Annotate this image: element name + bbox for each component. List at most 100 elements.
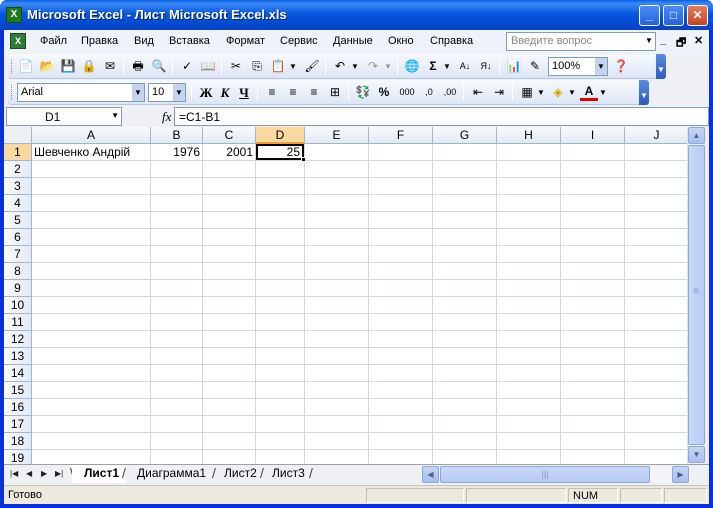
doc-minimize-button[interactable]: _	[660, 34, 666, 46]
chart-wizard-icon[interactable]: 📊	[505, 58, 523, 75]
thousands-button[interactable]: 000	[396, 84, 418, 101]
zoom-dropdown-icon[interactable]: ▼	[595, 58, 607, 75]
menu-edit[interactable]: Правка	[81, 35, 118, 47]
formula-input[interactable]: =C1-B1	[174, 107, 709, 126]
underline-button[interactable]: Ч	[235, 84, 253, 101]
column-header-j[interactable]: J	[625, 127, 687, 144]
column-header-b[interactable]: B	[151, 127, 203, 144]
help-search-input[interactable]: Введите вопрос	[506, 32, 656, 51]
minimize-button[interactable]: _	[639, 5, 660, 26]
worksheet-grid[interactable]: A B C D E F G H I J 1 2 3 4 5 6 7 8 9 10 11 12 13 14 15 16 17 18 19 Ш…	[4, 127, 687, 464]
row-header-19[interactable]: 19	[4, 450, 32, 464]
row-header-14[interactable]: 14	[4, 365, 32, 382]
menu-insert[interactable]: Вставка	[169, 35, 210, 47]
font-select[interactable]: Arial ▼	[17, 83, 145, 102]
column-header-a[interactable]: A	[32, 127, 151, 144]
row-header-5[interactable]: 5	[4, 212, 32, 229]
menu-file[interactable]: Файл	[40, 35, 67, 47]
insert-function-icon[interactable]: fx	[162, 109, 171, 125]
redo-dropdown-icon[interactable]: ▼	[383, 58, 393, 75]
maximize-button[interactable]: □	[663, 5, 684, 26]
row-header-1[interactable]: 1	[4, 144, 32, 161]
copy-icon[interactable]: ⎘	[248, 58, 266, 75]
menu-data[interactable]: Данные	[333, 35, 373, 47]
font-color-dropdown-icon[interactable]: ▼	[598, 84, 608, 101]
align-center-icon[interactable]: ≡	[284, 84, 302, 101]
increase-indent-icon[interactable]: ⇥	[490, 84, 508, 101]
research-icon[interactable]: 📖	[199, 58, 217, 75]
select-all-corner[interactable]	[4, 127, 32, 144]
scroll-left-icon[interactable]: ◀	[422, 466, 439, 483]
currency-icon[interactable]: 💱	[354, 84, 372, 101]
new-icon[interactable]: 📄	[17, 58, 35, 75]
column-header-i[interactable]: I	[561, 127, 625, 144]
tab-sheet2[interactable]: Лист2	[212, 465, 263, 483]
italic-button[interactable]: К	[216, 84, 234, 101]
row-header-7[interactable]: 7	[4, 246, 32, 263]
doc-close-button[interactable]: ✕	[694, 34, 703, 47]
scroll-right-icon[interactable]: ▶	[672, 466, 689, 483]
row-header-6[interactable]: 6	[4, 229, 32, 246]
borders-dropdown-icon[interactable]: ▼	[536, 84, 546, 101]
undo-icon[interactable]: ↶	[331, 58, 349, 75]
align-right-icon[interactable]: ≡	[305, 84, 323, 101]
row-header-12[interactable]: 12	[4, 331, 32, 348]
email-icon[interactable]: ✉	[101, 58, 119, 75]
row-header-2[interactable]: 2	[4, 161, 32, 178]
decrease-decimal-icon[interactable]: ,00	[441, 84, 459, 101]
vertical-scroll-thumb[interactable]	[688, 145, 705, 445]
fill-handle[interactable]	[301, 157, 306, 162]
print-preview-icon[interactable]: 🔍	[150, 58, 168, 75]
close-button[interactable]: ✕	[687, 5, 708, 26]
percent-button[interactable]: %	[375, 84, 393, 101]
cell-d1[interactable]: 25	[256, 144, 304, 160]
row-header-10[interactable]: 10	[4, 297, 32, 314]
undo-dropdown-icon[interactable]: ▼	[350, 58, 360, 75]
menu-help[interactable]: Справка	[430, 35, 473, 47]
permission-icon[interactable]: 🔒	[80, 58, 98, 75]
zoom-select[interactable]: 100% ▼	[548, 57, 608, 76]
cell-c1[interactable]: 2001	[203, 144, 255, 160]
merge-center-icon[interactable]: ⊞	[326, 84, 344, 101]
increase-decimal-icon[interactable]: ,0	[420, 84, 438, 101]
open-icon[interactable]: 📂	[38, 58, 56, 75]
tab-sheet1[interactable]: Лист1	[72, 465, 126, 483]
menu-format[interactable]: Формат	[226, 35, 265, 47]
cell-b1[interactable]: 1976	[151, 144, 202, 160]
scroll-down-icon[interactable]: ▼	[688, 446, 705, 463]
font-color-icon[interactable]: A	[580, 84, 598, 101]
font-size-dropdown-icon[interactable]: ▼	[173, 84, 185, 101]
row-header-11[interactable]: 11	[4, 314, 32, 331]
doc-restore-button[interactable]: 🗗	[676, 34, 686, 53]
sort-ascending-icon[interactable]: A↓	[456, 58, 474, 75]
redo-icon[interactable]: ↷	[364, 58, 382, 75]
toolbar-grip[interactable]	[11, 85, 14, 100]
paste-dropdown-icon[interactable]: ▼	[288, 58, 298, 75]
column-header-e[interactable]: E	[305, 127, 369, 144]
drawing-icon[interactable]: ✎	[526, 58, 544, 75]
name-box-dropdown-icon[interactable]: ▼	[111, 111, 119, 120]
help-dropdown-icon[interactable]: ▼	[644, 33, 654, 48]
row-header-16[interactable]: 16	[4, 399, 32, 416]
spelling-icon[interactable]: ✓	[178, 58, 196, 75]
horizontal-scroll-thumb[interactable]: |||	[440, 466, 650, 483]
next-sheet-icon[interactable]: ▶	[41, 469, 47, 478]
tab-sheet3[interactable]: Лист3	[260, 465, 311, 483]
fill-color-dropdown-icon[interactable]: ▼	[567, 84, 577, 101]
first-sheet-icon[interactable]: |◀	[10, 469, 18, 478]
sort-descending-icon[interactable]: Я↓	[477, 58, 495, 75]
row-header-4[interactable]: 4	[4, 195, 32, 212]
column-header-c[interactable]: C	[203, 127, 256, 144]
toolbar-options-chevron-icon[interactable]: ▼	[639, 80, 649, 105]
font-size-select[interactable]: 10 ▼	[148, 83, 186, 102]
help-icon[interactable]: ❓	[612, 58, 630, 75]
fill-color-icon[interactable]: ◈	[549, 84, 567, 101]
cut-icon[interactable]: ✂	[227, 58, 245, 75]
save-icon[interactable]: 💾	[59, 58, 77, 75]
prev-sheet-icon[interactable]: ◀	[26, 469, 32, 478]
toolbar-grip[interactable]	[11, 59, 14, 74]
decrease-indent-icon[interactable]: ⇤	[469, 84, 487, 101]
last-sheet-icon[interactable]: ▶|	[55, 469, 63, 478]
row-header-8[interactable]: 8	[4, 263, 32, 280]
row-header-3[interactable]: 3	[4, 178, 32, 195]
